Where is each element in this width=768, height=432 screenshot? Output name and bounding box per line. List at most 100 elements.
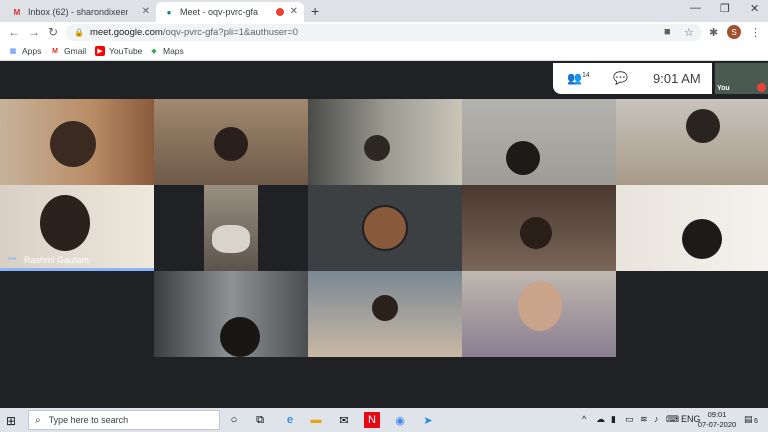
close-icon[interactable]: ✕ — [290, 6, 298, 17]
camera-icon[interactable]: ■ — [664, 26, 671, 38]
minimize-button[interactable]: — — [690, 2, 701, 14]
lock-icon: 🔒 — [74, 28, 84, 37]
messaging-icon[interactable]: ➤ — [420, 412, 436, 428]
meet-icon: ● — [166, 7, 172, 17]
bookmark-label: Gmail — [64, 46, 87, 56]
url-path: /oqv-pvrc-gfa?pli=1&authuser=0 — [162, 27, 299, 38]
call-clock: 9:01 AM — [653, 71, 701, 86]
participant-video — [518, 281, 562, 331]
forward-arrow-icon[interactable]: → — [28, 25, 40, 39]
apps-grid-icon: ▦ — [9, 48, 17, 55]
participant-tile-active-speaker[interactable]: ▪▪▪ Rashmi Gautam — [0, 185, 154, 271]
participant-video — [372, 295, 398, 321]
participant-tile[interactable] — [462, 185, 616, 271]
taskbar-time: 09:01 — [707, 410, 727, 419]
bookmarks-bar: ▦ Apps M Gmail ▶ YouTube ◆ Maps — [0, 43, 768, 61]
gmail-icon: M — [13, 7, 21, 17]
participants-button[interactable]: 👥14 — [567, 71, 590, 85]
close-window-button[interactable]: ✕ — [750, 2, 759, 15]
tab-title: Inbox (62) - sharondixeena.stanle — [28, 7, 128, 17]
participant-tile-camera-off[interactable] — [308, 185, 462, 271]
back-arrow-icon[interactable]: ← — [8, 25, 20, 39]
menu-kebab-icon[interactable]: ⋮ — [750, 26, 761, 39]
cortana-icon[interactable]: ○ — [226, 412, 242, 428]
chevron-up-icon[interactable]: ^ — [582, 414, 586, 424]
close-icon[interactable]: ✕ — [142, 6, 150, 17]
tab-strip: M Inbox (62) - sharondixeena.stanle ✕ ● … — [0, 0, 768, 22]
bookmark-label: Maps — [163, 46, 184, 56]
participant-video — [686, 109, 720, 143]
participant-tile[interactable] — [616, 185, 768, 271]
windows-start-icon[interactable]: ⊞ — [6, 414, 16, 428]
participant-video — [212, 225, 250, 253]
youtube-icon: ▶ — [95, 46, 105, 56]
bookmark-label: Apps — [22, 46, 42, 56]
wifi-icon[interactable]: ≋ — [640, 414, 648, 425]
extensions-icon[interactable]: ✱ — [709, 26, 718, 39]
participant-name: Rashmi Gautam — [24, 255, 90, 265]
task-view-icon[interactable]: ⧉ — [252, 412, 268, 428]
chat-icon[interactable]: 💬 — [613, 71, 628, 85]
file-explorer-icon[interactable]: ▬ — [308, 412, 324, 428]
recording-indicator-icon — [276, 8, 284, 16]
volume-icon[interactable]: ♪ — [654, 414, 659, 424]
restore-button[interactable]: ❐ — [720, 2, 730, 15]
notification-center-icon[interactable]: ▤ — [744, 414, 753, 425]
mail-icon[interactable]: ✉ — [336, 412, 352, 428]
taskbar-date: 07-07-2020 — [697, 420, 737, 429]
edge-icon[interactable]: e — [282, 412, 298, 428]
participant-tile[interactable] — [0, 99, 154, 185]
netflix-icon[interactable]: N — [364, 412, 380, 428]
url-host: meet.google.com — [89, 27, 163, 38]
browser-toolbar: ← → ↻ 🔒 meet.google.com/oqv-pvrc-gfa?pli… — [0, 22, 768, 43]
participant-tile[interactable] — [616, 99, 768, 185]
onedrive-icon[interactable]: ☁ — [596, 414, 605, 425]
participant-video — [520, 217, 552, 249]
reload-icon[interactable]: ↻ — [48, 25, 58, 39]
bookmark-maps[interactable]: ◆ Maps — [149, 46, 184, 56]
people-icon: 👥 — [567, 71, 582, 85]
participant-tile[interactable] — [204, 185, 258, 271]
windows-taskbar: ⊞ ⌕ Type here to search ○ ⧉ e ▬ ✉ N ◉ ➤ … — [0, 408, 768, 432]
participant-video — [50, 121, 96, 167]
new-tab-button[interactable]: + — [311, 3, 319, 19]
maps-icon: ◆ — [151, 48, 157, 55]
audio-wave-icon: ▪▪▪ — [8, 254, 17, 263]
keyboard-icon[interactable]: ⌨ — [666, 414, 679, 425]
chrome-icon[interactable]: ◉ — [392, 412, 408, 428]
address-bar[interactable]: 🔒 meet.google.com/oqv-pvrc-gfa?pli=1&aut… — [66, 24, 702, 41]
participant-tile[interactable] — [308, 99, 462, 185]
participant-video — [682, 219, 722, 259]
gmail-icon: M — [52, 47, 58, 55]
bookmark-gmail[interactable]: M Gmail — [50, 46, 86, 56]
participant-count: 14 — [581, 72, 590, 79]
participant-tile[interactable] — [154, 271, 308, 357]
profile-avatar[interactable]: S — [727, 25, 741, 39]
participant-tile[interactable] — [462, 271, 616, 357]
tab-gmail-inbox[interactable]: M Inbox (62) - sharondixeena.stanle ✕ — [4, 2, 156, 22]
notification-count: 6 — [754, 418, 758, 425]
participant-tile[interactable] — [154, 99, 308, 185]
call-info-bar: 👥14 💬 9:01 AM — [553, 63, 712, 94]
bookmark-apps[interactable]: ▦ Apps — [8, 46, 42, 56]
participant-tile[interactable] — [462, 99, 616, 185]
bookmark-label: YouTube — [109, 46, 143, 56]
participant-video — [40, 195, 90, 251]
search-placeholder: Type here to search — [48, 415, 129, 425]
active-speaker-indicator — [0, 268, 154, 271]
battery-icon[interactable]: ▮ — [611, 414, 616, 425]
participant-tile[interactable] — [308, 271, 462, 357]
self-label: You — [717, 85, 730, 92]
taskbar-clock[interactable]: 09:01 07-07-2020 — [697, 410, 737, 430]
taskbar-search-box[interactable]: ⌕ Type here to search — [28, 410, 220, 430]
meet-call-area: 👥14 💬 9:01 AM You ▪▪▪ Rashmi Gautam — [0, 61, 768, 408]
bookmark-youtube[interactable]: ▶ YouTube — [95, 46, 142, 56]
bookmark-star-icon[interactable]: ☆ — [684, 26, 694, 39]
participant-video — [364, 135, 390, 161]
network-icon[interactable]: ▭ — [625, 414, 634, 425]
mic-muted-icon — [757, 83, 766, 92]
search-icon: ⌕ — [35, 414, 41, 426]
tab-meet[interactable]: ● Meet - oqv-pvrc-gfa ✕ — [156, 2, 304, 22]
tab-title: Meet - oqv-pvrc-gfa — [180, 7, 259, 17]
self-view-tile[interactable]: You — [715, 63, 768, 94]
